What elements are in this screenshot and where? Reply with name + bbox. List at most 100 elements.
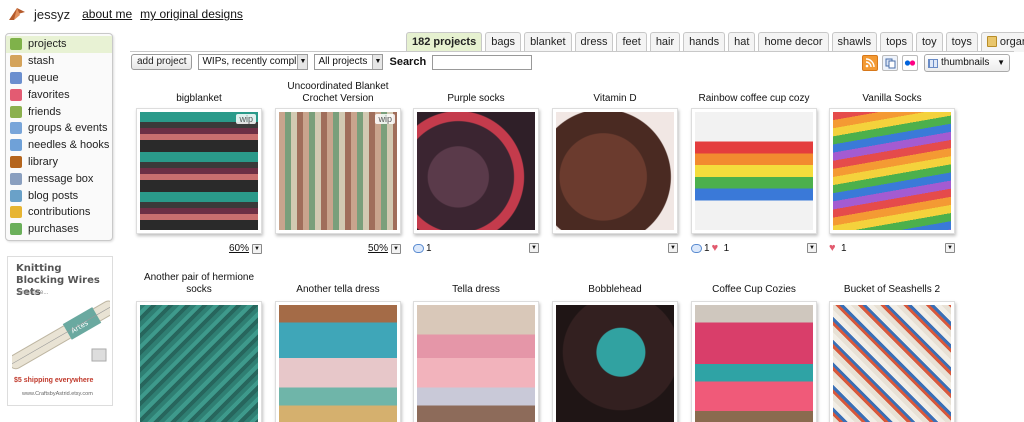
sidebar-item-projects[interactable]: projects [6, 36, 112, 53]
tab-label: bags [491, 36, 516, 48]
sidebar-item-friends[interactable]: friends [6, 103, 112, 120]
sidebar-item-favorites[interactable]: favorites [6, 86, 112, 103]
tab-bags[interactable]: bags [485, 32, 522, 52]
sidebar-item-needles-hooks[interactable]: needles & hooks [6, 137, 112, 154]
progress-percent[interactable]: 60% [229, 243, 249, 254]
tab-blanket[interactable]: blanket [524, 32, 572, 52]
tab-toys[interactable]: toys [945, 32, 978, 52]
project-photo [417, 305, 535, 422]
project-title[interactable]: Another pair of hermione socks [136, 272, 262, 296]
tab-toy[interactable]: toy [915, 32, 943, 52]
tab-organize[interactable]: organize [980, 32, 1024, 52]
project-title[interactable]: Vanilla Socks [829, 93, 955, 105]
filter-select-value: All projects [318, 56, 368, 67]
sidebar-item-label: queue [28, 71, 59, 84]
sidebar-item-library[interactable]: library [6, 154, 112, 171]
ad-shipping: $5 shipping everywhere [14, 377, 94, 384]
original-designs-link[interactable]: my original designs [140, 7, 243, 21]
project-title[interactable]: Coffee Cup Cozies [691, 284, 817, 296]
tab-hands[interactable]: hands [683, 32, 726, 52]
project-title[interactable]: Tella dress [413, 284, 539, 296]
add-project-button[interactable]: add project [131, 54, 193, 70]
project-title[interactable]: bigblanket [136, 93, 262, 105]
project-thumbnail[interactable] [552, 301, 678, 422]
sidebar-item-queue[interactable]: queue [6, 70, 112, 87]
project-title[interactable]: Vitamin D [552, 93, 678, 105]
project-menu-dropdown[interactable]: ▼ [529, 243, 539, 253]
filter-select[interactable]: All projects ▼ [314, 54, 384, 70]
project-meta: 1 ▼ [413, 243, 539, 257]
sidebar-item-purchases[interactable]: purchases [6, 221, 112, 238]
comment-count: 1 [704, 243, 710, 254]
project-title[interactable]: Another tella dress [275, 284, 401, 296]
project-thumbnail[interactable] [691, 301, 817, 422]
project-thumbnail[interactable] [552, 108, 678, 234]
project-menu-dropdown[interactable]: ▼ [668, 243, 678, 253]
project-title[interactable]: Bobblehead [552, 284, 678, 296]
sidebar-item-message-box[interactable]: message box [6, 170, 112, 187]
sidebar-item-stash[interactable]: stash [6, 53, 112, 70]
tab-hat[interactable]: hat [728, 32, 756, 52]
sidebar-item-label: blog posts [28, 189, 79, 202]
tab-divider [130, 51, 1014, 52]
project-title[interactable]: Rainbow coffee cup cozy [691, 93, 817, 105]
feed-icons [862, 55, 918, 71]
project-menu-dropdown[interactable]: ▼ [945, 243, 955, 253]
sort-select[interactable]: WIPs, recently compl ▼ [198, 54, 309, 70]
project-thumbnail[interactable] [413, 301, 539, 422]
project-thumbnail[interactable] [829, 108, 955, 234]
tab-label: organize [999, 36, 1024, 48]
project-photo [833, 305, 951, 422]
project-thumbnail[interactable] [413, 108, 539, 234]
project-thumbnail[interactable]: wip [275, 108, 401, 234]
comment-icon[interactable] [413, 244, 424, 253]
chevron-down-icon: ▼ [372, 55, 383, 69]
tab-home-decor[interactable]: home decor [758, 32, 829, 52]
project-title[interactable]: Bucket of Seashells 2 [829, 284, 955, 296]
tab-label: tops [886, 36, 907, 48]
favorite-count: 1 [723, 243, 730, 254]
tab-tops[interactable]: tops [880, 32, 913, 52]
project-thumbnail[interactable] [275, 301, 401, 422]
project-menu-dropdown[interactable]: ▼ [391, 243, 401, 254]
project-thumbnail[interactable]: wip [136, 108, 262, 234]
tab-dress[interactable]: dress [574, 32, 614, 52]
chevron-down-icon: ▼ [297, 55, 308, 69]
search-input[interactable] [432, 54, 533, 70]
project-thumbnail[interactable] [829, 301, 955, 422]
bird-logo-icon[interactable] [8, 6, 26, 22]
project-title[interactable]: Uncoordinated Blanket Crochet Version [275, 81, 401, 105]
heart-icon[interactable]: ♥ [712, 243, 722, 254]
copy-icon[interactable] [882, 55, 898, 71]
sidebar-item-groups-events[interactable]: groups & events [6, 120, 112, 137]
tab-182-projects[interactable]: 182 projects [406, 32, 483, 52]
tab-shawls[interactable]: shawls [831, 32, 878, 52]
sidebar-item-label: projects [28, 38, 67, 51]
tab-label: feet [622, 36, 641, 48]
sidebar-item-contributions[interactable]: contributions [6, 204, 112, 221]
rss-icon[interactable] [862, 55, 878, 71]
heart-icon[interactable]: ♥ [829, 243, 839, 254]
sidebar-item-label: friends [28, 105, 62, 118]
project-menu-dropdown[interactable]: ▼ [807, 243, 817, 253]
blocking-wires-image: Artes [12, 299, 110, 373]
ad-subtitle: and more... [18, 290, 49, 296]
tab-feet[interactable]: feet [616, 32, 647, 52]
advertisement[interactable]: Knitting Blocking Wires Sets and more...… [7, 256, 113, 406]
project-thumbnail[interactable] [691, 108, 817, 234]
username: jessyz [34, 6, 71, 22]
flickr-icon[interactable] [902, 55, 918, 71]
sidebar-item-blog-posts[interactable]: blog posts [6, 187, 112, 204]
about-me-link[interactable]: about me [82, 7, 132, 21]
project-photo [417, 112, 535, 230]
project-title[interactable]: Purple socks [413, 93, 539, 105]
ad-url: www.CraftsbyAstrid.etsy.com [22, 391, 93, 397]
progress-percent[interactable]: 50% [368, 243, 388, 254]
project-thumbnail[interactable] [136, 301, 262, 422]
view-mode-select[interactable]: thumbnails ▼ [924, 54, 1010, 72]
project-meta: 1 ♥ 1 ▼ [691, 243, 817, 257]
comment-icon[interactable] [691, 244, 702, 253]
project-menu-dropdown[interactable]: ▼ [252, 243, 262, 254]
tab-hair[interactable]: hair [649, 32, 681, 52]
tab-label: toy [921, 36, 937, 48]
